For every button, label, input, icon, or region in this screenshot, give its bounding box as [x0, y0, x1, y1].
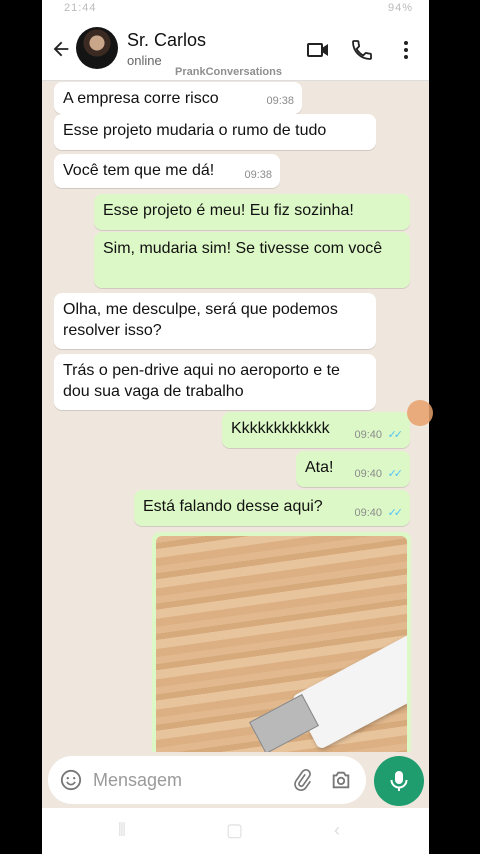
more-options-icon[interactable]: [394, 38, 418, 62]
back-nav-icon[interactable]: ‹: [334, 820, 340, 841]
emoji-icon[interactable]: [60, 769, 82, 791]
message-text: Ata!: [305, 459, 334, 476]
message-time: 09:40: [354, 429, 382, 441]
watermark-text: PrankConversations: [175, 66, 282, 78]
camera-icon[interactable]: [330, 769, 352, 791]
contact-status: online: [127, 53, 162, 68]
message-bubble-outgoing[interactable]: Esse projeto é meu! Eu fiz sozinha!: [94, 194, 410, 230]
battery-level: 94%: [387, 2, 413, 14]
floating-badge-icon[interactable]: [407, 400, 433, 426]
message-time: 09:38: [244, 169, 272, 181]
message-text: Esse projeto é meu! Eu fiz sozinha!: [103, 202, 354, 219]
home-icon[interactable]: ▢: [226, 820, 243, 841]
read-receipt-icon: ✓✓: [387, 507, 404, 519]
contact-avatar[interactable]: [76, 27, 118, 69]
message-bubble-incoming[interactable]: Trás o pen-drive aqui no aeroporto e te …: [54, 354, 376, 410]
read-receipt-icon: ✓✓: [387, 429, 404, 441]
message-time: 09:40: [354, 507, 382, 519]
message-list: A empresa corre risco 09:38 Esse projeto…: [42, 80, 429, 752]
message-time: 09:38: [266, 95, 294, 107]
image-message[interactable]: [152, 532, 411, 752]
message-input[interactable]: Mensagem: [48, 756, 366, 804]
message-bubble-outgoing[interactable]: Sim, mudaria sim! Se tivesse com você: [94, 232, 410, 288]
status-time: 21:44: [64, 2, 97, 14]
message-text: Olha, me desculpe, será que podemos reso…: [63, 301, 338, 339]
message-bubble-incoming[interactable]: A empresa corre risco 09:38: [54, 82, 302, 114]
voice-record-button[interactable]: [374, 756, 424, 806]
message-text: Você tem que me dá!: [63, 162, 215, 179]
system-nav-bar: ⦀ ▢ ‹: [42, 808, 429, 854]
status-bar: 21:44 94%: [42, 0, 429, 18]
attach-icon[interactable]: [291, 769, 313, 791]
message-bubble-outgoing[interactable]: Está falando desse aqui? 09:40 ✓✓: [134, 490, 410, 526]
microphone-icon: [390, 771, 408, 791]
recents-icon[interactable]: ⦀: [118, 820, 126, 841]
message-bubble-outgoing[interactable]: Kkkkkkkkkkkk 09:40 ✓✓: [222, 412, 410, 448]
message-bubble-incoming[interactable]: Você tem que me dá! 09:38: [54, 154, 280, 188]
pen-drive-photo: [156, 536, 407, 752]
read-receipt-icon: ✓✓: [387, 468, 404, 480]
message-text: Kkkkkkkkkkkk: [231, 420, 330, 437]
input-bar: Mensagem: [42, 752, 429, 806]
video-call-icon[interactable]: [306, 38, 330, 62]
message-time: 09:40: [354, 468, 382, 480]
message-text: Trás o pen-drive aqui no aeroporto e te …: [63, 362, 340, 400]
message-text: Sim, mudaria sim! Se tivesse com você: [103, 240, 383, 257]
message-text: Está falando desse aqui?: [143, 498, 323, 515]
chat-screen: 21:44 94% Sr. Carlos online PrankConvers…: [42, 0, 429, 854]
message-bubble-incoming[interactable]: Esse projeto mudaria o rumo de tudo: [54, 114, 376, 150]
phone-call-icon[interactable]: [350, 38, 374, 62]
message-text: Esse projeto mudaria o rumo de tudo: [63, 122, 327, 139]
message-bubble-incoming[interactable]: Olha, me desculpe, será que podemos reso…: [54, 293, 376, 349]
message-placeholder: Mensagem: [93, 770, 183, 790]
message-text: A empresa corre risco: [63, 90, 219, 107]
back-arrow-icon[interactable]: [50, 38, 72, 60]
contact-name[interactable]: Sr. Carlos: [127, 30, 206, 51]
message-bubble-outgoing[interactable]: Ata! 09:40 ✓✓: [296, 451, 410, 487]
